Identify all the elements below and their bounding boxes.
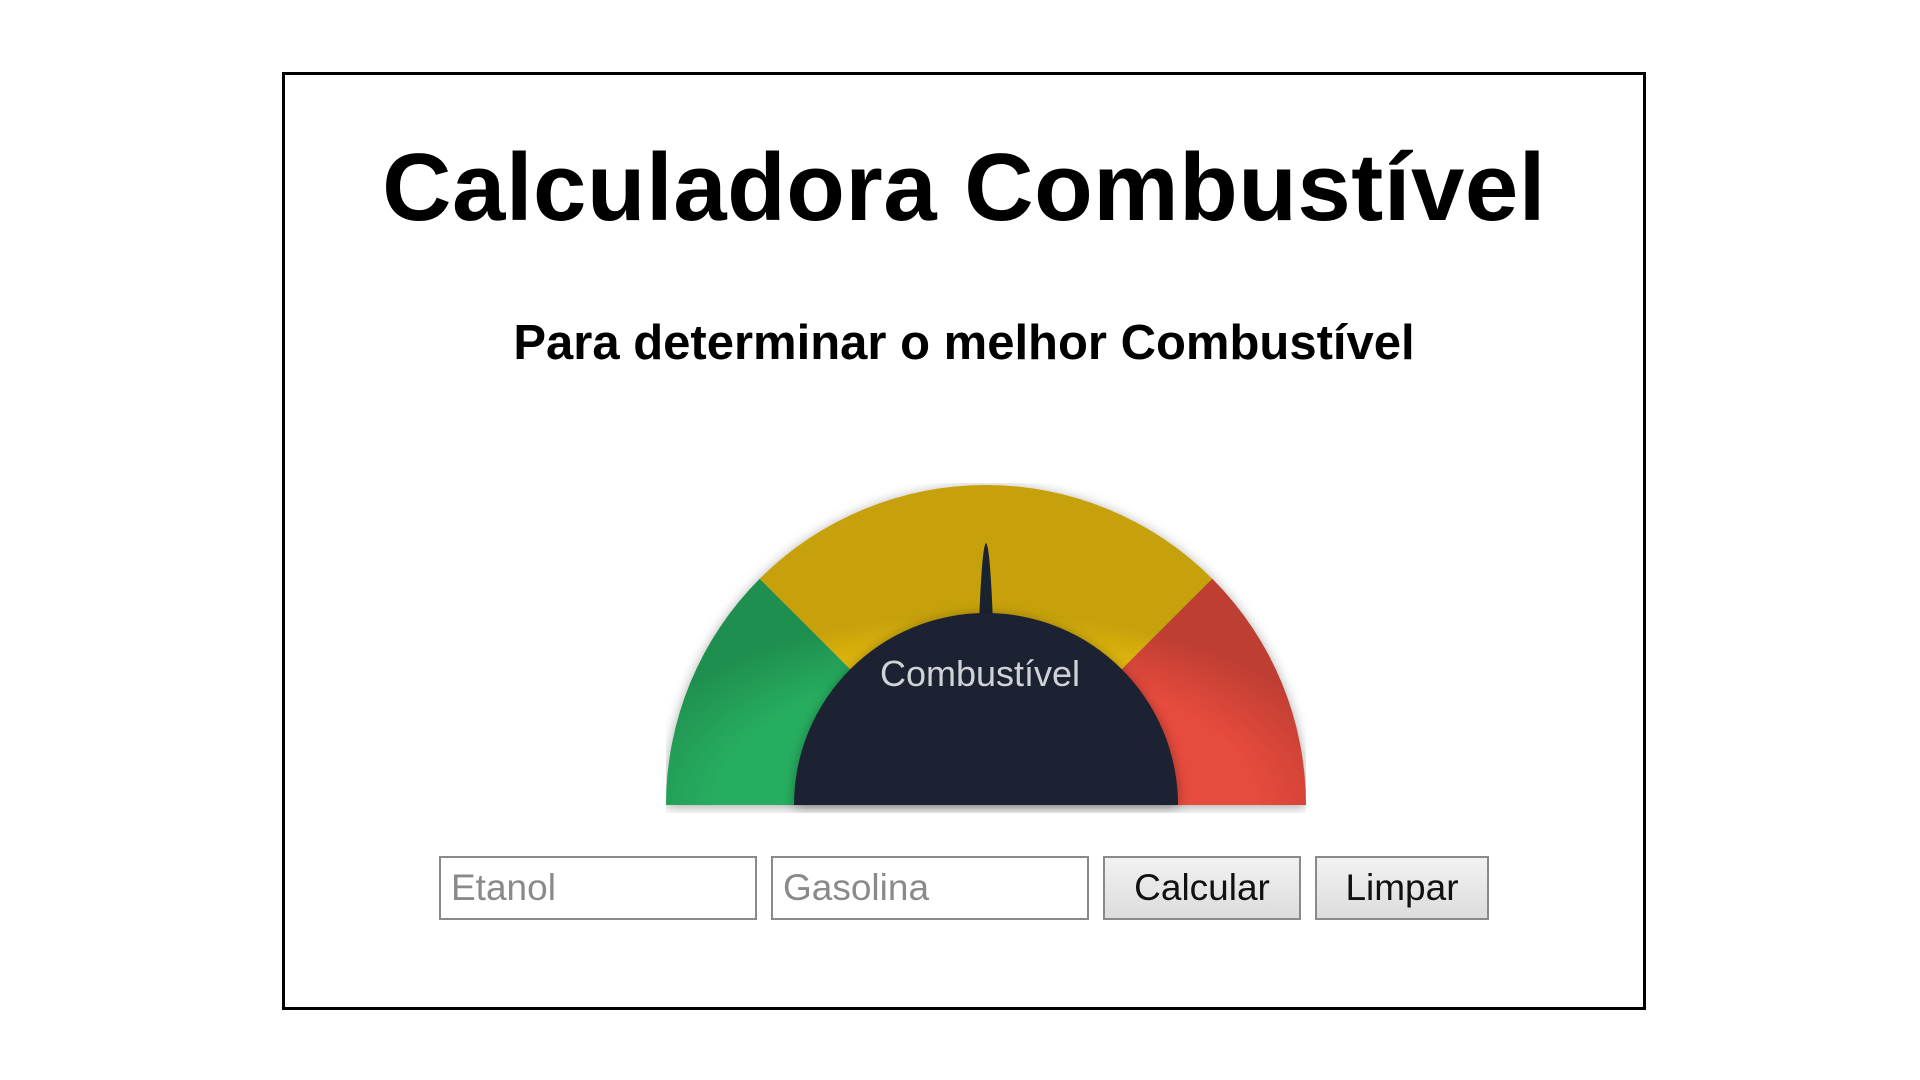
input-controls: Calcular Limpar (285, 856, 1643, 920)
page-subtitle: Para determinar o melhor Combustível (513, 316, 1415, 370)
gauge-label: Combustível (880, 653, 1080, 694)
calculator-card: Calculadora Combustível Para determinar … (282, 72, 1646, 1010)
calculate-button[interactable]: Calcular (1103, 856, 1301, 920)
clear-button[interactable]: Limpar (1315, 856, 1489, 920)
page-title: Calculadora Combustível (382, 134, 1546, 241)
ethanol-input[interactable] (439, 856, 757, 920)
fuel-gauge: Combustível (666, 485, 1306, 805)
gasoline-input[interactable] (771, 856, 1089, 920)
